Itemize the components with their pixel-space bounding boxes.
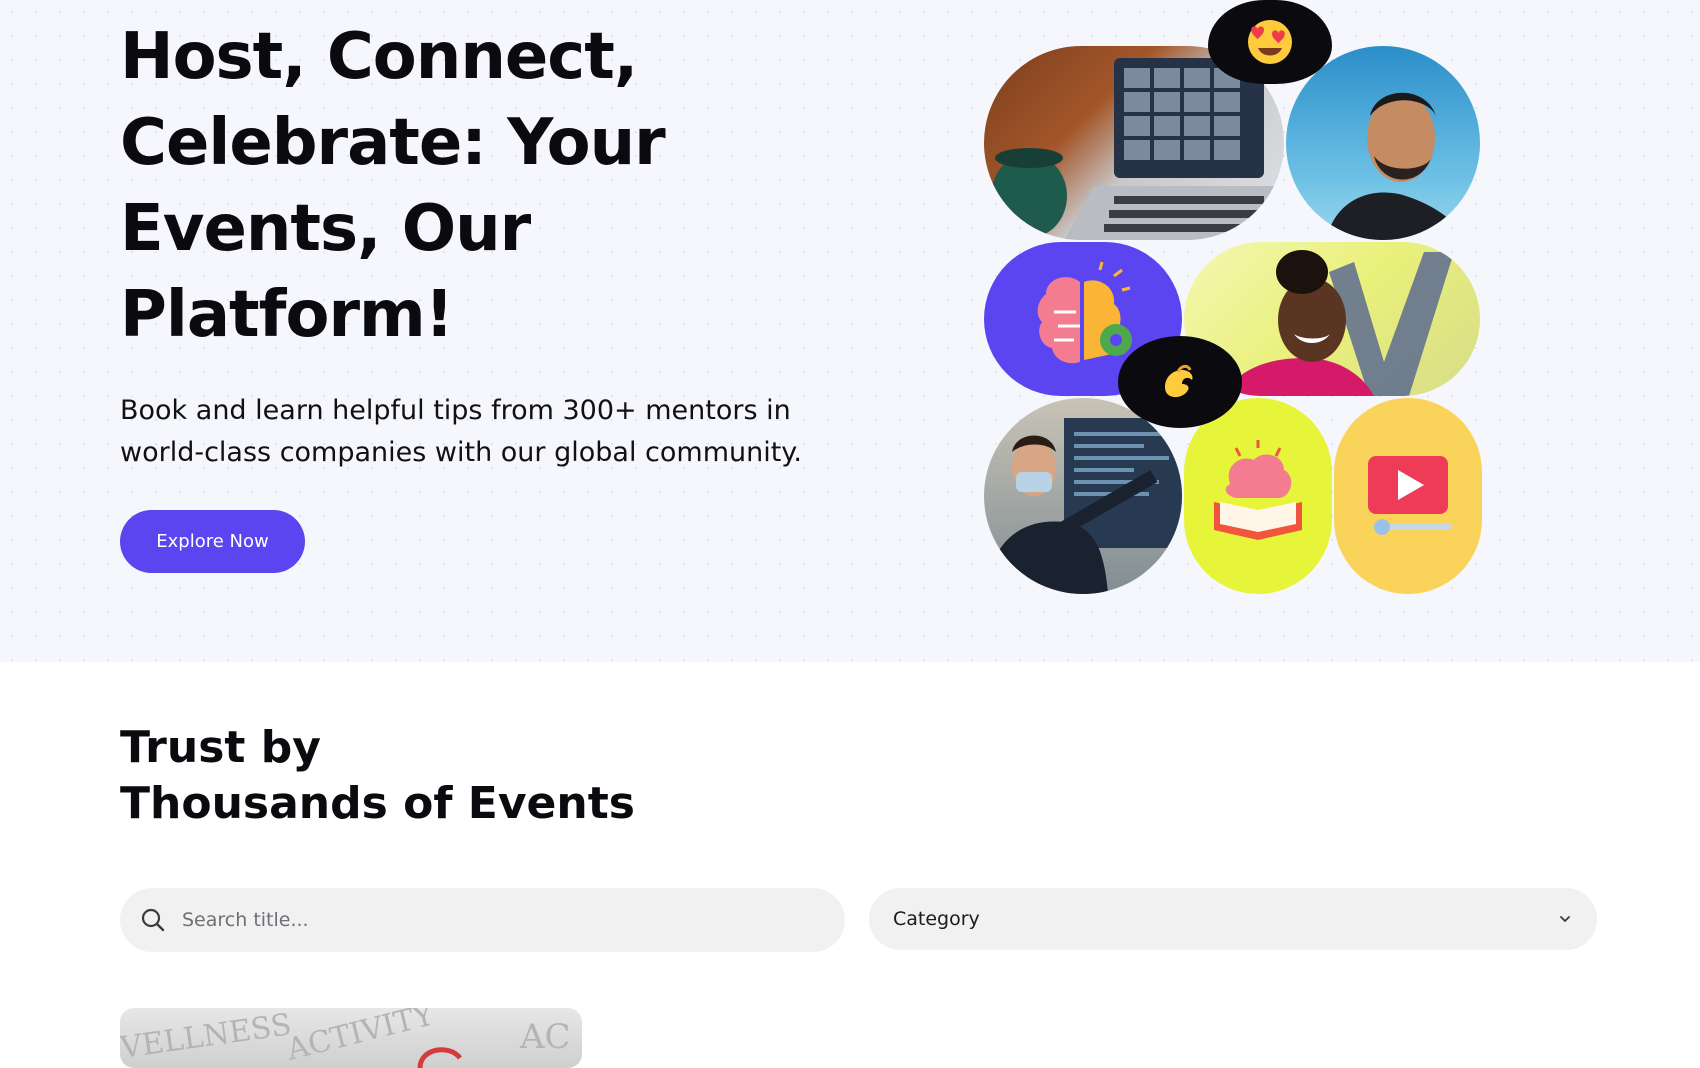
pinching-hand-emoji-icon bbox=[1164, 364, 1193, 398]
category-select[interactable]: Category bbox=[869, 888, 1597, 950]
svg-text:AC: AC bbox=[519, 1017, 571, 1057]
hero-collage bbox=[0, 0, 1700, 662]
laughing-man-photo bbox=[1286, 46, 1480, 240]
heart-eyes-emoji-icon bbox=[1248, 20, 1292, 64]
heart-eyes-bubble bbox=[1208, 0, 1332, 84]
video-play-icon bbox=[1334, 398, 1482, 594]
trust-section-title: Trust by Thousands of Events bbox=[120, 720, 820, 832]
trust-title-line-1: Trust by bbox=[120, 722, 321, 773]
search-input[interactable] bbox=[182, 909, 782, 931]
trust-title-line-2: Thousands of Events bbox=[120, 778, 635, 829]
pinching-hand-bubble bbox=[1118, 336, 1242, 428]
presenter-photo bbox=[984, 398, 1182, 594]
chevron-down-icon bbox=[1560, 916, 1570, 922]
svg-text:ACTIVITY: ACTIVITY bbox=[282, 1008, 438, 1068]
brain-book-icon bbox=[1184, 398, 1332, 594]
svg-text:VELLNESS: VELLNESS bbox=[120, 1008, 294, 1066]
search-icon bbox=[141, 908, 165, 932]
category-selected-value: Category bbox=[893, 908, 980, 930]
hero-section: Host, Connect, Celebrate: Your Events, O… bbox=[0, 0, 1700, 662]
event-card-image[interactable]: VELLNESS ACTIVITY AC bbox=[120, 1008, 582, 1068]
search-box[interactable] bbox=[120, 888, 845, 952]
